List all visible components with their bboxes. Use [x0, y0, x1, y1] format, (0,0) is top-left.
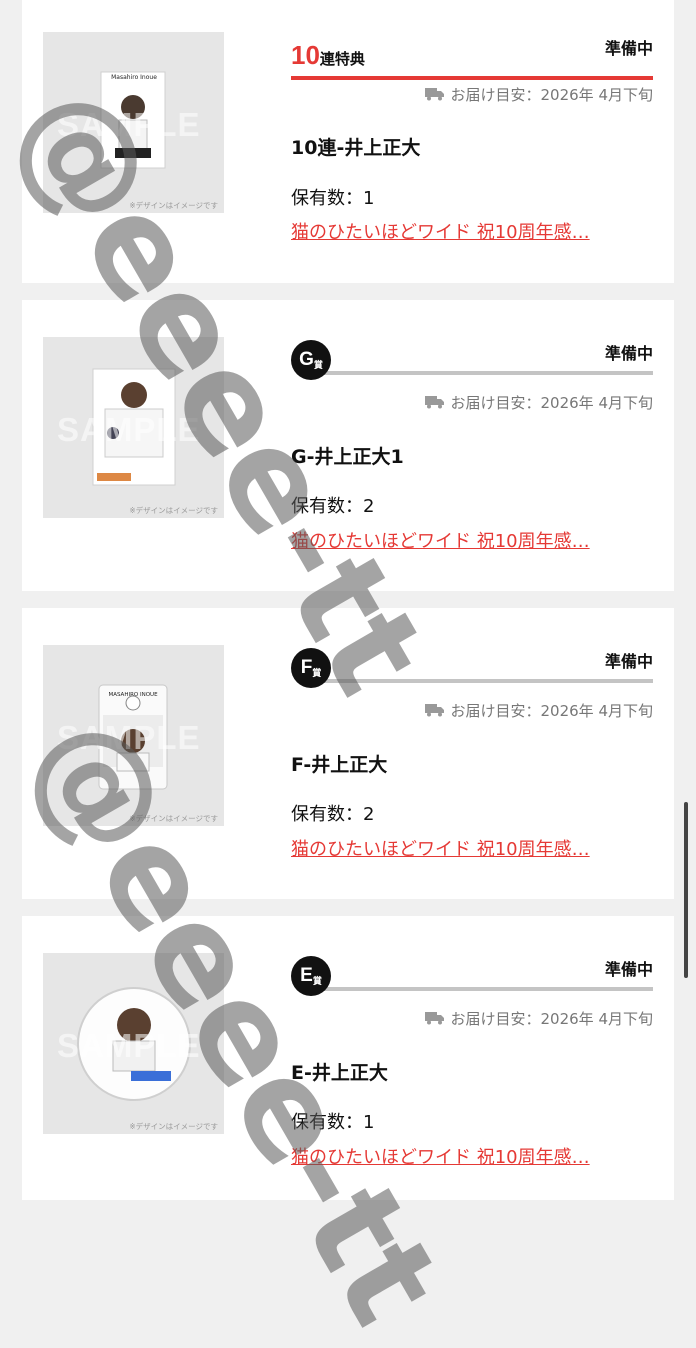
delivery-estimate: お届け目安：2026年 4月下旬: [424, 84, 654, 105]
status-badge: 準備中: [604, 652, 653, 671]
truck-icon: [424, 704, 444, 717]
delivery-estimate: お届け目安：2026年 4月下旬: [424, 392, 654, 413]
bonus-text: 連特典: [319, 50, 365, 68]
image-note: ※デザインはイメージです: [129, 1122, 218, 1131]
bonus-badge: 10連特典: [291, 40, 653, 80]
product-name: F-井上正大: [291, 754, 388, 776]
truck-icon: [424, 88, 444, 101]
delivery-estimate: お届け目安：2026年 4月下旬: [424, 1008, 654, 1029]
rank-suffix: 賞: [312, 976, 322, 986]
status-badge: 準備中: [604, 960, 653, 979]
product-name: 10連-井上正大: [291, 137, 421, 159]
bonus-number: 10: [291, 40, 320, 70]
truck-icon: [424, 396, 444, 409]
delivery-text: お届け目安：2026年 4月下旬: [450, 702, 654, 720]
rank-badge: G賞: [291, 340, 653, 380]
status-badge: 準備中: [604, 344, 653, 363]
rank-badge: E賞: [291, 956, 653, 996]
event-link[interactable]: 猫のひたいほどワイド 祝10周年感…: [291, 218, 653, 244]
holding-count: 保有数：2: [291, 804, 375, 825]
event-link[interactable]: 猫のひたいほどワイド 祝10周年感…: [291, 835, 653, 861]
status-badge: 準備中: [604, 39, 653, 58]
delivery-text: お届け目安：2026年 4月下旬: [450, 394, 654, 412]
holding-count: 保有数：1: [291, 188, 375, 209]
rank-divider: [321, 371, 653, 375]
delivery-estimate: お届け目安：2026年 4月下旬: [424, 700, 654, 721]
rank-suffix: 賞: [313, 360, 323, 370]
delivery-text: お届け目安：2026年 4月下旬: [450, 1010, 654, 1028]
rank-divider: [321, 987, 653, 991]
scrollbar[interactable]: [684, 802, 688, 978]
rank-letter: G: [299, 349, 314, 370]
truck-icon: [424, 1012, 444, 1025]
delivery-text: お届け目安：2026年 4月下旬: [450, 86, 654, 104]
